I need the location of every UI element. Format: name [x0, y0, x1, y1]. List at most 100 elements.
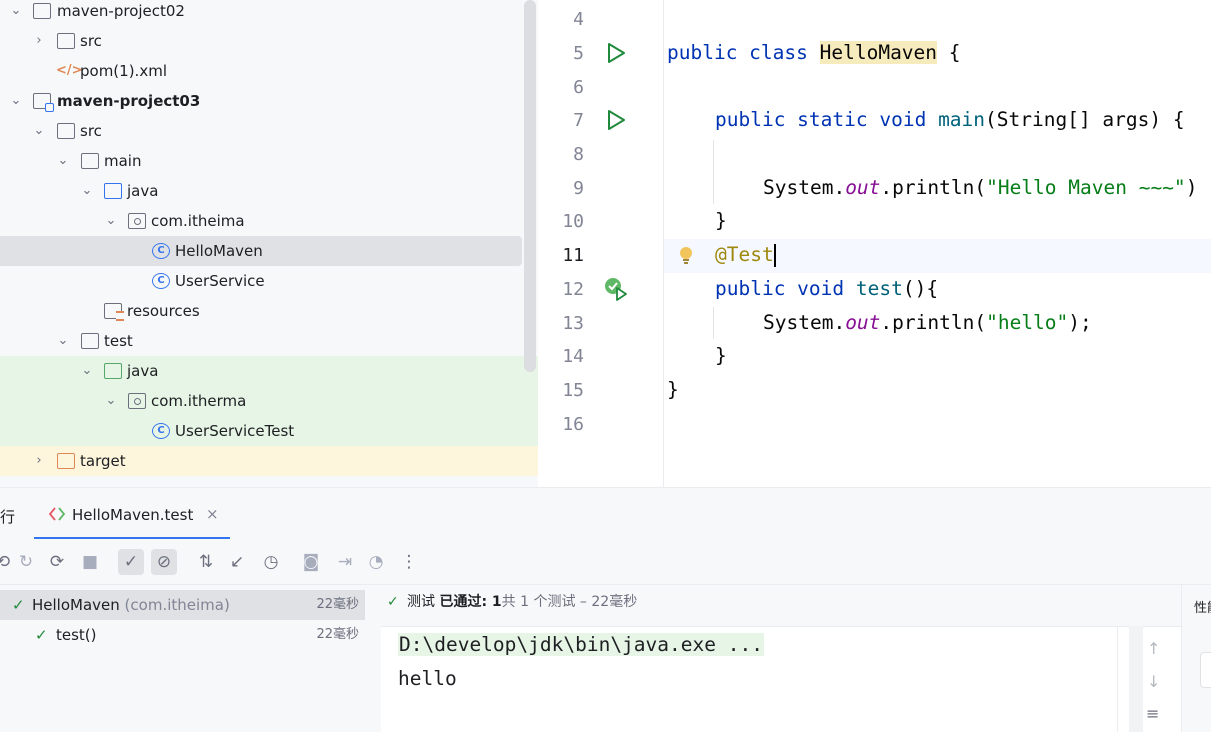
- line-number: 7: [573, 110, 584, 131]
- rerun-automatically-icon[interactable]: ⟳: [44, 549, 70, 575]
- show-passed-icon[interactable]: ✓: [118, 549, 144, 575]
- test-class-icon: C: [152, 423, 170, 439]
- passed-check-icon: ✓: [12, 596, 25, 614]
- run-main-icon[interactable]: [606, 109, 626, 131]
- tree-item-UserServiceTest[interactable]: C UserServiceTest: [0, 416, 538, 446]
- code-line-5: public class HelloMaven {: [667, 41, 961, 64]
- import-tests-icon[interactable]: ⇥: [332, 549, 358, 575]
- chevron-down-icon[interactable]: ⌄: [79, 176, 95, 206]
- test-status-bar: ✓ 测试 已通过: 1共 1 个测试 – 22毫秒: [381, 585, 1181, 627]
- tree-item-test[interactable]: ⌄ test: [0, 326, 524, 356]
- project-tree: ⌄ maven-project02 › src </> pom(1).xml ⌄…: [0, 0, 538, 487]
- stop-icon[interactable]: ■: [77, 549, 103, 575]
- collapse-all-icon[interactable]: ↙: [224, 549, 250, 575]
- tree-item-src[interactable]: › src: [0, 26, 524, 56]
- code-editor[interactable]: 4 5 6 7 8 9 10 11 12 13 14 15 16 public …: [538, 0, 1211, 487]
- chevron-down-icon[interactable]: ⌄: [31, 116, 47, 146]
- chevron-down-icon[interactable]: ⌄: [103, 206, 119, 236]
- chevron-down-icon[interactable]: ⌄: [8, 86, 24, 116]
- tree-item-java[interactable]: ⌄ java: [0, 176, 524, 206]
- screenshot-icon[interactable]: ◙: [298, 549, 324, 575]
- tree-scrollbar[interactable]: [524, 0, 536, 372]
- run-window-title: 行: [0, 508, 16, 526]
- test-case-row[interactable]: ✓ test() 22毫秒: [0, 620, 365, 650]
- tree-item-package-com-itheima[interactable]: ⌄ com.itheima: [0, 206, 524, 236]
- xml-file-icon: </>: [56, 63, 83, 78]
- tree-item-UserService[interactable]: C UserService: [0, 266, 524, 296]
- arrow-up-icon[interactable]: ↑: [1147, 639, 1160, 658]
- tree-item-package-com-itherma[interactable]: ⌄ com.itherma: [0, 386, 538, 416]
- run-test-passed-icon[interactable]: [604, 277, 628, 301]
- soft-wrap-icon[interactable]: ≡: [1146, 704, 1159, 723]
- console-command-line: D:\develop\jdk\bin\java.exe ...: [398, 633, 764, 656]
- right-side-panel: 性能: [1181, 585, 1211, 732]
- package-icon: [128, 213, 146, 229]
- tree-item-src[interactable]: ⌄ src: [0, 116, 524, 146]
- more-options-icon[interactable]: ⋮: [396, 549, 422, 575]
- chevron-down-icon[interactable]: ⌄: [55, 146, 71, 176]
- run-class-icon[interactable]: [606, 42, 626, 64]
- console-output-line: hello: [398, 667, 457, 690]
- line-number: 9: [573, 178, 584, 199]
- code-line-13: System.out.println("hello");: [763, 311, 1092, 334]
- sort-icon[interactable]: ⇅: [193, 549, 219, 575]
- test-history-icon[interactable]: ◷: [258, 549, 284, 575]
- console-panel[interactable]: ✓ 测试 已通过: 1共 1 个测试 – 22毫秒 D:\develop\jdk…: [381, 585, 1181, 732]
- tree-item-target[interactable]: › target: [0, 446, 538, 476]
- chevron-down-icon[interactable]: ⌄: [103, 386, 119, 416]
- chevron-right-icon[interactable]: ›: [31, 26, 47, 56]
- chevron-down-icon[interactable]: ⌄: [55, 326, 71, 356]
- package-icon: [128, 393, 146, 409]
- test-source-folder-icon: [104, 363, 122, 379]
- folder-icon: [81, 333, 99, 349]
- code-line-14: }: [715, 344, 727, 367]
- indent-guide: [713, 307, 714, 339]
- line-number: 4: [573, 9, 584, 30]
- show-ignored-icon[interactable]: ⊘: [151, 549, 177, 575]
- line-number: 6: [573, 77, 584, 98]
- line-number: 16: [562, 414, 584, 435]
- tab-hellomaven-test[interactable]: HelloMaven.test ×: [34, 488, 230, 540]
- editor-gutter: 4 5 6 7 8 9 10 11 12 13 14 15 16: [538, 0, 692, 487]
- lightbulb-icon[interactable]: [678, 246, 696, 266]
- passed-check-icon: ✓: [387, 594, 399, 610]
- source-folder-icon: [104, 183, 122, 199]
- passed-check-icon: ✓: [35, 626, 48, 644]
- test-summary: 测试 已通过: 1共 1 个测试 – 22毫秒: [407, 594, 638, 610]
- close-icon[interactable]: ×: [206, 505, 219, 523]
- test-duration: 22毫秒: [316, 627, 359, 642]
- code-line-15: }: [667, 378, 679, 401]
- rerun-failed-icon[interactable]: ↻: [13, 549, 39, 575]
- coverage-icon[interactable]: ◔: [363, 549, 389, 575]
- line-number: 10: [562, 211, 584, 232]
- excluded-folder-icon: [57, 453, 75, 469]
- module-folder-icon: [33, 93, 54, 112]
- line-number: 14: [562, 346, 584, 367]
- code-line-7: public static void main(String[] args) {: [715, 108, 1185, 131]
- test-duration: 22毫秒: [316, 597, 359, 612]
- chevron-down-icon[interactable]: ⌄: [8, 0, 24, 26]
- tree-item-maven-project02[interactable]: ⌄ maven-project02: [0, 0, 524, 26]
- java-class-icon: C: [152, 243, 170, 259]
- tree-item-pom-xml[interactable]: </> pom(1).xml: [0, 56, 524, 86]
- profiler-label: 性能: [1194, 601, 1211, 616]
- line-number: 12: [562, 279, 584, 300]
- chevron-right-icon[interactable]: ›: [31, 446, 47, 476]
- tree-item-maven-project03[interactable]: ⌄ maven-project03: [0, 86, 524, 116]
- tree-item-resources[interactable]: resources: [0, 296, 524, 326]
- test-suite-row[interactable]: ✓ HelloMaven (com.itheima) 22毫秒: [0, 590, 365, 620]
- chevron-down-icon[interactable]: ⌄: [79, 356, 95, 386]
- console-scrollbar[interactable]: [1129, 626, 1143, 732]
- panel-widget[interactable]: [1200, 652, 1211, 688]
- tab-label: HelloMaven.test: [72, 506, 194, 524]
- code-line-12: public void test(){: [715, 277, 939, 300]
- tree-item-test-java[interactable]: ⌄ java: [0, 356, 538, 386]
- tree-item-HelloMaven[interactable]: C HelloMaven: [0, 236, 522, 266]
- code-line-11: @Test: [715, 243, 776, 267]
- java-class-icon: C: [152, 273, 170, 289]
- text-caret: [773, 244, 776, 267]
- arrow-down-icon[interactable]: ↓: [1147, 672, 1160, 691]
- code-line-10: }: [715, 209, 727, 232]
- run-tab-bar: 行 HelloMaven.test ×: [0, 487, 1211, 540]
- tree-item-main[interactable]: ⌄ main: [0, 146, 524, 176]
